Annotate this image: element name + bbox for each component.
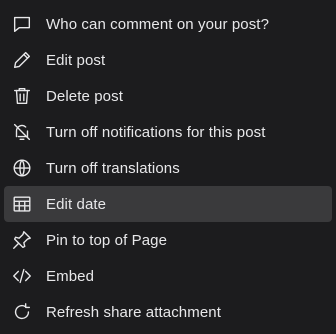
menu-item-delete-post[interactable]: Delete post	[4, 78, 332, 114]
post-options-menu: Who can comment on your post? Edit post …	[0, 0, 336, 334]
refresh-icon	[10, 300, 34, 324]
bell-off-icon	[10, 120, 34, 144]
pencil-icon	[10, 48, 34, 72]
menu-item-label: Turn off notifications for this post	[46, 123, 266, 141]
menu-item-who-can-comment[interactable]: Who can comment on your post?	[4, 6, 332, 42]
menu-item-pin-to-top[interactable]: Pin to top of Page	[4, 222, 332, 258]
menu-item-label: Edit date	[46, 195, 107, 213]
menu-item-turn-off-notifications[interactable]: Turn off notifications for this post	[4, 114, 332, 150]
menu-item-label: Embed	[46, 267, 95, 285]
menu-item-label: Pin to top of Page	[46, 231, 168, 249]
globe-translate-icon	[10, 156, 34, 180]
trash-icon	[10, 84, 34, 108]
menu-item-edit-date[interactable]: Edit date	[4, 186, 332, 222]
comment-icon	[10, 12, 34, 36]
menu-item-label: Edit post	[46, 51, 106, 69]
menu-item-embed[interactable]: Embed	[4, 258, 332, 294]
menu-item-label: Refresh share attachment	[46, 303, 221, 321]
menu-item-turn-off-translations[interactable]: Turn off translations	[4, 150, 332, 186]
menu-item-edit-post[interactable]: Edit post	[4, 42, 332, 78]
calendar-icon	[10, 192, 34, 216]
code-icon	[10, 264, 34, 288]
pin-icon	[10, 228, 34, 252]
menu-item-label: Delete post	[46, 87, 123, 105]
menu-item-label: Turn off translations	[46, 159, 180, 177]
menu-item-label: Who can comment on your post?	[46, 15, 270, 33]
menu-item-refresh-share-attachment[interactable]: Refresh share attachment	[4, 294, 332, 330]
